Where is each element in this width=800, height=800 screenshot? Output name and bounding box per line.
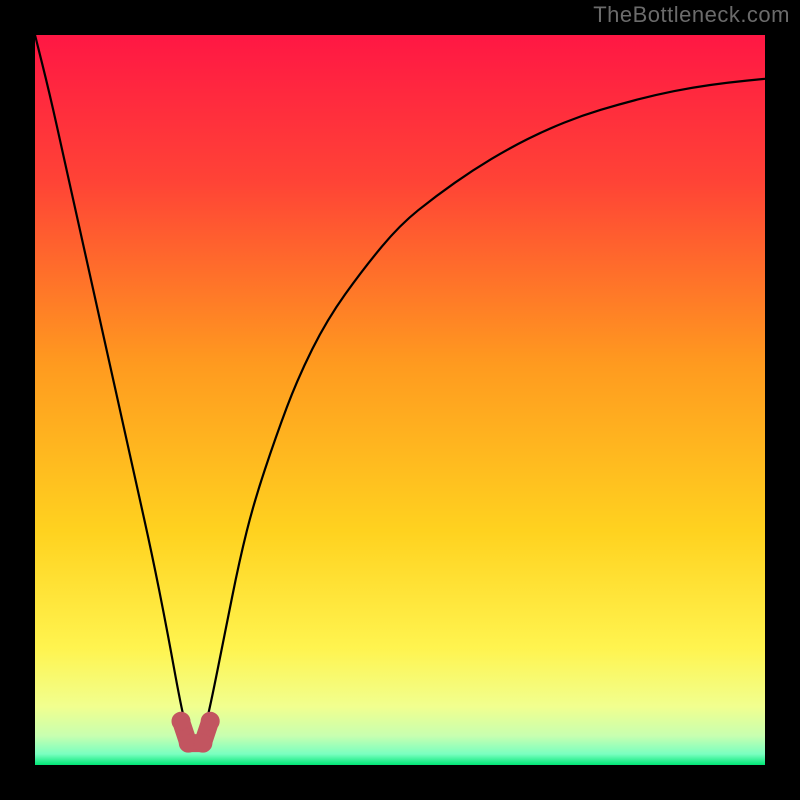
- bottleneck-curve: [35, 35, 765, 765]
- watermark-text: TheBottleneck.com: [593, 2, 790, 28]
- chart-container: TheBottleneck.com: [0, 0, 800, 800]
- plot-area: [35, 35, 765, 765]
